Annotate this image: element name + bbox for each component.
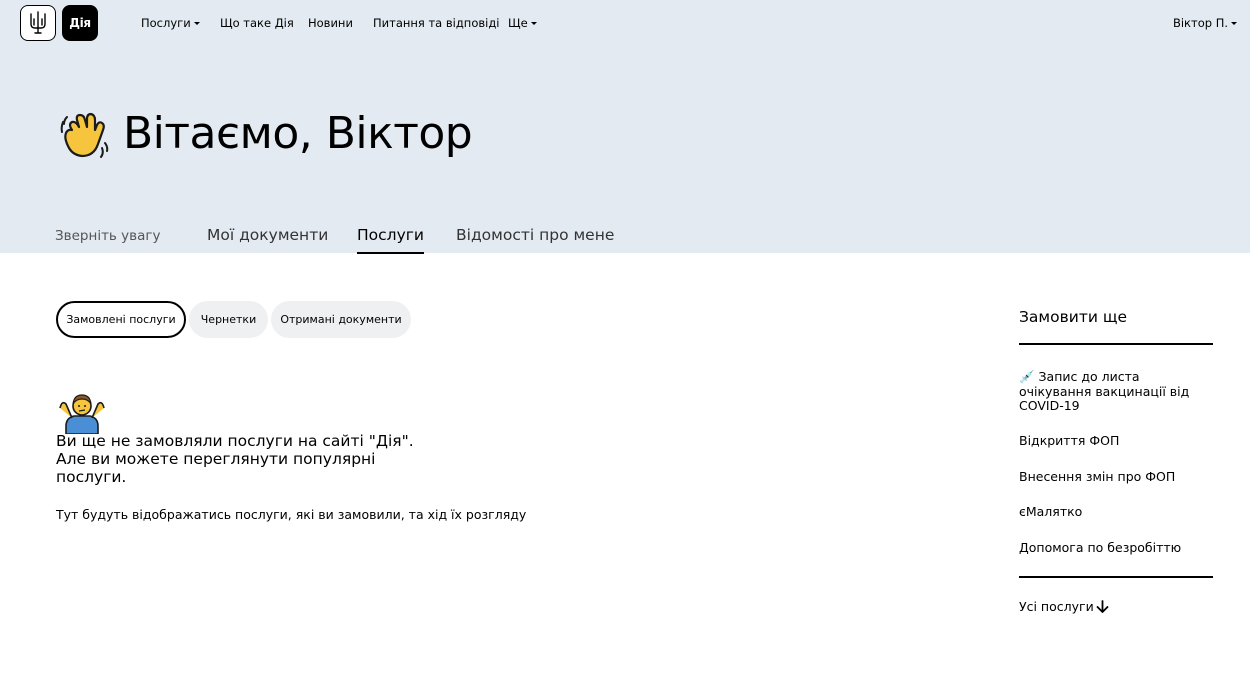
nav-what-is-diia[interactable]: Що таке Дія [220,16,294,30]
sidebar-link-fop-opening[interactable]: Відкриття ФОП [1019,433,1213,449]
empty-state-title: Ви ще не замовляли послуги на сайті "Дія… [56,432,414,486]
empty-state-subtitle: Тут будуть відображатись послуги, які ви… [56,507,527,522]
page-title: Вітаємо, Віктор [123,108,473,159]
all-services-label: Усі послуги [1019,599,1094,614]
sidebar-divider-bottom [1019,576,1213,578]
nav-more-label: Ще [508,16,528,30]
all-services-link[interactable]: Усі послуги [1019,599,1109,614]
shrug-icon [59,394,105,434]
sidebar-title: Замовити ще [1019,308,1127,326]
filter-received-documents[interactable]: Отримані документи [271,301,411,338]
sidebar-link-unemployment[interactable]: Допомога по безробіттю [1019,540,1213,556]
nav-more[interactable]: Ще [508,16,537,30]
chevron-down-icon [1231,22,1237,25]
filter-drafts[interactable]: Чернетки [189,301,268,338]
sidebar-divider-top [1019,343,1213,345]
tab-attention[interactable]: Зверніть увагу [55,228,160,244]
sidebar-link-vaccination[interactable]: 💉 Запис до листа очікування вакцинації в… [1019,369,1213,414]
tryzub-logo-icon[interactable] [20,5,56,41]
user-menu[interactable]: Віктор П. [1173,16,1237,30]
nav-faq[interactable]: Питання та відповіді [373,16,499,30]
tab-my-documents[interactable]: Мої документи [207,226,328,244]
diia-logo[interactable]: Дія [62,5,98,41]
sidebar-link-emalyatko[interactable]: єМалятко [1019,504,1213,520]
user-name: Віктор П. [1172,16,1228,30]
filter-ordered-services[interactable]: Замовлені послуги [56,301,186,338]
tab-services[interactable]: Послуги [357,226,424,254]
nav-services[interactable]: Послуги [141,16,200,30]
waving-hand-icon [60,112,109,158]
chevron-down-icon [530,22,537,25]
nav-services-label: Послуги [141,16,191,30]
sidebar-link-fop-changes[interactable]: Внесення змін про ФОП [1019,469,1213,485]
chevron-down-icon [193,22,200,25]
header-area: Дія Послуги Що таке Дія Новини Питання т… [0,0,1250,254]
nav-news[interactable]: Новини [308,16,353,30]
arrow-down-icon [1096,600,1109,613]
tab-about-me[interactable]: Відомості про мене [456,226,614,244]
